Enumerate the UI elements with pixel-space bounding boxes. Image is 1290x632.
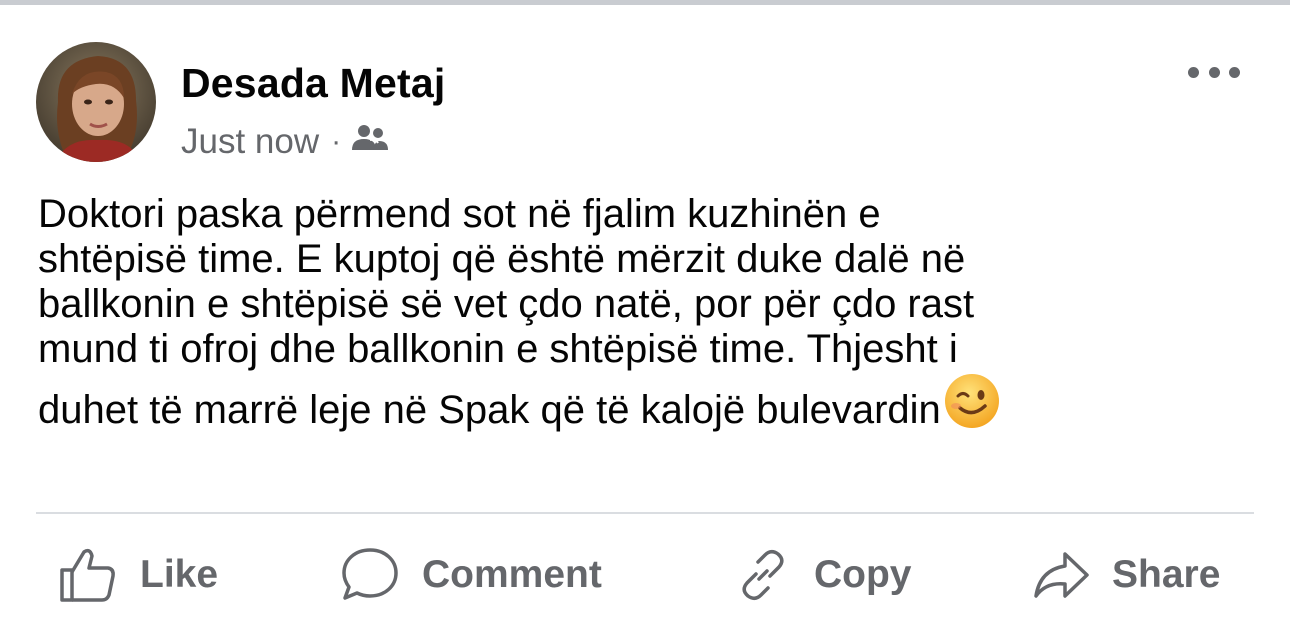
more-dot-icon <box>1229 66 1240 78</box>
divider <box>36 512 1254 514</box>
author-name[interactable]: Desada Metaj <box>181 60 445 107</box>
post-meta: Just now · <box>181 122 389 162</box>
more-dot-icon <box>1208 66 1220 78</box>
share-label: Share <box>1112 553 1221 596</box>
friends-icon[interactable] <box>351 122 389 162</box>
action-bar: Like Comment Copy Share <box>0 535 1290 615</box>
thumbs-up-icon <box>60 548 115 602</box>
link-icon <box>742 550 784 600</box>
meta-separator: · <box>331 125 342 158</box>
copy-button[interactable]: Copy <box>734 535 912 615</box>
post-header: Desada Metaj Just now · <box>36 42 1256 164</box>
post-text: Doktori paska përmend sot në fjalim kuzh… <box>38 192 975 432</box>
share-button[interactable]: Share <box>1032 535 1220 615</box>
more-options-button[interactable] <box>1188 62 1240 82</box>
comment-button[interactable]: Comment <box>340 535 602 615</box>
share-arrow-icon <box>1034 552 1089 598</box>
winking-face-emoji <box>943 372 1001 440</box>
avatar[interactable] <box>36 42 156 162</box>
copy-label: Copy <box>814 553 912 596</box>
more-dot-icon <box>1188 66 1199 78</box>
like-button[interactable]: Like <box>58 535 218 615</box>
top-border <box>0 0 1290 5</box>
timestamp[interactable]: Just now <box>181 122 319 162</box>
like-label: Like <box>140 553 219 596</box>
post-body: Doktori paska përmend sot në fjalim kuzh… <box>38 192 1268 440</box>
comment-bubble-icon <box>342 548 398 600</box>
comment-label: Comment <box>422 553 602 596</box>
